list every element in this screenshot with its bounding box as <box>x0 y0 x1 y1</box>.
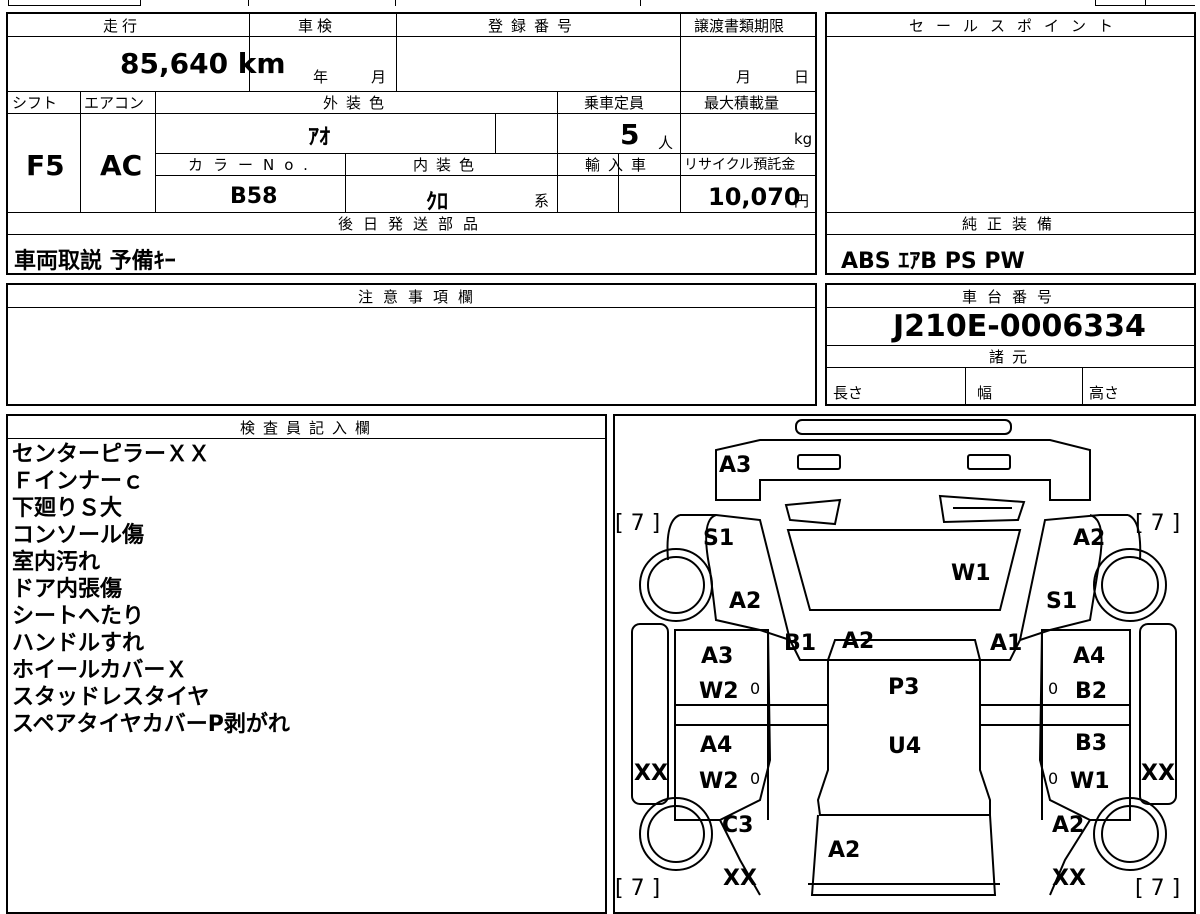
code-rear: A3 <box>719 453 751 478</box>
code-w1: W1 <box>951 561 991 586</box>
code-a2-bottom: A2 <box>828 838 860 863</box>
code-s1-right: S1 <box>1046 589 1077 614</box>
code-s1-left: S1 <box>703 526 734 551</box>
code-w1-lower: W1 <box>1070 769 1110 794</box>
code-a4-left-rear: A4 <box>700 733 732 758</box>
tire-front-right: [ 7 ] <box>1135 511 1180 536</box>
tire-front-left: [ 7 ] <box>615 511 660 536</box>
code-b1: B1 <box>784 631 816 656</box>
code-b3: B3 <box>1075 731 1107 756</box>
code-a2-left-fender: A2 <box>729 589 761 614</box>
code-c3: C3 <box>722 813 753 838</box>
code-xx-bottom-right: XX <box>1052 866 1086 891</box>
code-a3-left-door: A3 <box>701 644 733 669</box>
code-xx-right: XX <box>1141 761 1175 786</box>
code-b2: B2 <box>1075 679 1107 704</box>
code-xx-left: XX <box>634 761 668 786</box>
zero-mark: 0 <box>750 679 760 698</box>
code-w2-lower: W2 <box>699 769 739 794</box>
zero-mark: 0 <box>750 769 760 788</box>
tire-rear-left: [ 7 ] <box>615 876 660 900</box>
code-p3: P3 <box>888 675 919 700</box>
code-a1: A1 <box>990 631 1022 656</box>
code-u4: U4 <box>888 734 921 759</box>
zero-mark: 0 <box>1048 769 1058 788</box>
code-a2-front-right: A2 <box>1073 526 1105 551</box>
code-a2-hood: A2 <box>842 629 874 654</box>
code-a2-right-lower: A2 <box>1052 813 1084 838</box>
zero-mark: 0 <box>1048 679 1058 698</box>
code-w2-upper: W2 <box>699 679 739 704</box>
code-xx-bottom-left: XX <box>723 866 757 891</box>
car-diagram: A3 S1 A2 W1 A2 S1 B1 A2 A1 A3 A4 W2 P3 B… <box>615 419 1180 900</box>
code-a4-right-door: A4 <box>1073 644 1105 669</box>
tire-rear-right: [ 7 ] <box>1135 876 1180 900</box>
